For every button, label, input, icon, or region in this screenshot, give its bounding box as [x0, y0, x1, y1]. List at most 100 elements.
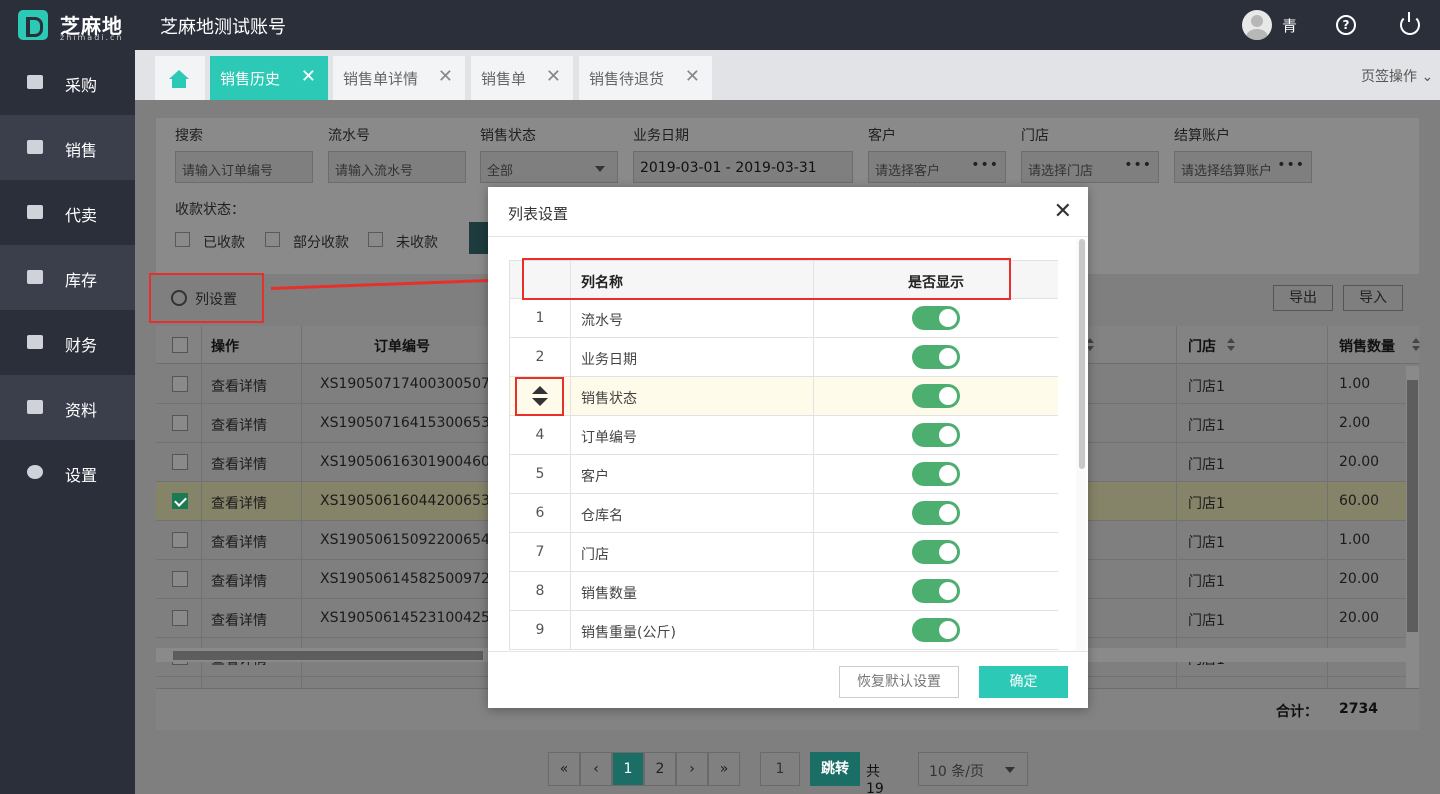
tab-home[interactable] [155, 56, 205, 100]
annotation-box-column-settings [149, 273, 264, 323]
search-input[interactable]: 请输入订单编号 [175, 151, 313, 183]
avatar[interactable] [1242, 10, 1272, 40]
column-divider [570, 455, 571, 493]
power-icon[interactable] [1400, 12, 1420, 35]
sidebar-item-finance[interactable]: 财务 [0, 310, 135, 375]
store-input[interactable]: 请选择门店 ••• [1021, 151, 1159, 183]
list-item[interactable]: 1 流水号 [510, 299, 1058, 338]
partial-paid-checkbox[interactable] [265, 232, 280, 247]
confirm-button[interactable]: 确定 [979, 666, 1068, 698]
horizontal-scroll-thumb[interactable] [173, 651, 483, 660]
modal-title: 列表设置 [508, 205, 569, 223]
visibility-toggle[interactable] [912, 384, 960, 408]
list-item-hovered[interactable]: 销售状态 [510, 377, 1058, 416]
import-button[interactable]: 导入 [1343, 285, 1403, 311]
prev-page-button[interactable]: ‹ [580, 752, 612, 786]
next-page-button[interactable]: › [676, 752, 708, 786]
tab-sales-order-detail[interactable]: 销售单详情 ✕ [333, 56, 465, 100]
tab-ops-menu[interactable]: 页签操作 ⌄ [1361, 66, 1433, 86]
tab-label: 销售单 [481, 70, 527, 88]
paid-checkbox[interactable] [175, 232, 190, 247]
jump-button[interactable]: 跳转 [810, 752, 860, 786]
row-checkbox[interactable] [172, 610, 188, 626]
page-size-select[interactable]: 10 条/页 [918, 752, 1028, 786]
tab-sales-order[interactable]: 销售单 ✕ [471, 56, 573, 100]
sort-icon[interactable] [1227, 338, 1235, 352]
last-page-button[interactable]: » [708, 752, 740, 786]
tab-bar: 销售历史 ✕ 销售单详情 ✕ 销售单 ✕ 销售待退货 ✕ 页签操作 ⌄ [135, 50, 1440, 100]
date-label: 业务日期 [633, 128, 689, 144]
row-checkbox[interactable] [172, 571, 188, 587]
jump-page-input[interactable]: 1 [760, 752, 800, 786]
row-checkbox[interactable] [172, 493, 188, 509]
close-icon[interactable]: ✕ [685, 66, 700, 87]
close-icon[interactable]: ✕ [438, 66, 453, 87]
tab-sales-history[interactable]: 销售历史 ✕ [210, 56, 328, 100]
sidebar-item-consign[interactable]: 代卖 [0, 180, 135, 245]
view-detail-link[interactable]: 查看详情 [211, 493, 267, 513]
column-divider [570, 533, 571, 571]
reset-default-button[interactable]: 恢复默认设置 [839, 666, 959, 698]
status-select[interactable]: 全部 [480, 151, 618, 183]
visibility-toggle[interactable] [912, 306, 960, 330]
list-item[interactable]: 4 订单编号 [510, 416, 1058, 455]
modal-scroll-thumb[interactable] [1079, 239, 1085, 469]
sidebar-item-sales[interactable]: 销售 [0, 115, 135, 180]
logo-subtext: zhimadi.cn [60, 33, 124, 42]
customer-input[interactable]: 请选择客户 ••• [868, 151, 1006, 183]
account-input[interactable]: 请选择结算账户 ••• [1174, 151, 1312, 183]
visibility-toggle[interactable] [912, 540, 960, 564]
visibility-toggle[interactable] [912, 501, 960, 525]
sidebar-item-data[interactable]: 资料 [0, 375, 135, 440]
more-icon[interactable]: ••• [1277, 157, 1305, 173]
tab-sales-pending-return[interactable]: 销售待退货 ✕ [579, 56, 712, 100]
date-range-input[interactable]: 2019-03-01 - 2019-03-31 [633, 151, 853, 183]
visibility-toggle[interactable] [912, 462, 960, 486]
serial-input[interactable]: 请输入流水号 [328, 151, 466, 183]
row-checkbox[interactable] [172, 532, 188, 548]
close-icon[interactable]: ✕ [1054, 199, 1072, 224]
list-item[interactable]: 6 仓库名 [510, 494, 1058, 533]
page-button[interactable]: 2 [644, 752, 676, 786]
close-icon[interactable]: ✕ [301, 66, 316, 87]
store: 门店1 [1188, 379, 1225, 395]
row-checkbox[interactable] [172, 415, 188, 431]
sidebar-item-inventory[interactable]: 库存 [0, 245, 135, 310]
visibility-toggle[interactable] [912, 423, 960, 447]
column-name: 客户 [581, 469, 609, 485]
list-item[interactable]: 5 客户 [510, 455, 1058, 494]
select-all-checkbox[interactable] [172, 337, 188, 353]
sidebar-item-settings[interactable]: 设置 [0, 440, 135, 505]
list-item[interactable]: 8 销售数量 [510, 572, 1058, 611]
export-button[interactable]: 导出 [1273, 285, 1333, 311]
view-detail-link[interactable]: 查看详情 [211, 571, 267, 591]
view-detail-link[interactable]: 查看详情 [211, 610, 267, 630]
list-item[interactable]: 9 销售重量(公斤) [510, 611, 1058, 650]
view-detail-link[interactable]: 查看详情 [211, 415, 267, 435]
view-detail-link[interactable]: 查看详情 [211, 376, 267, 396]
help-icon[interactable]: ? [1336, 15, 1356, 35]
sidebar-item-label: 代卖 [65, 206, 98, 225]
page-button[interactable]: 1 [612, 752, 644, 786]
row-checkbox[interactable] [172, 376, 188, 392]
sidebar-item-purchase[interactable]: 采购 [0, 50, 135, 115]
first-page-button[interactable]: « [548, 752, 580, 786]
username[interactable]: 青 [1282, 15, 1297, 36]
vertical-scroll-thumb[interactable] [1407, 380, 1418, 632]
close-icon[interactable]: ✕ [546, 66, 561, 87]
visibility-toggle[interactable] [912, 345, 960, 369]
list-item[interactable]: 7 门店 [510, 533, 1058, 572]
more-icon[interactable]: ••• [1124, 157, 1152, 173]
unpaid-checkbox[interactable] [368, 232, 383, 247]
visibility-toggle[interactable] [912, 618, 960, 642]
sort-icon[interactable] [1412, 338, 1420, 352]
list-item[interactable]: 2 业务日期 [510, 338, 1058, 377]
visibility-toggle[interactable] [912, 579, 960, 603]
query-button[interactable] [469, 222, 489, 254]
more-icon[interactable]: ••• [971, 157, 999, 173]
view-detail-link[interactable]: 查看详情 [211, 532, 267, 552]
order-no: XS190507174003005072 [320, 376, 499, 392]
row-checkbox[interactable] [172, 454, 188, 470]
view-detail-link[interactable]: 查看详情 [211, 454, 267, 474]
modal-header: 列表设置 ✕ [488, 187, 1088, 237]
